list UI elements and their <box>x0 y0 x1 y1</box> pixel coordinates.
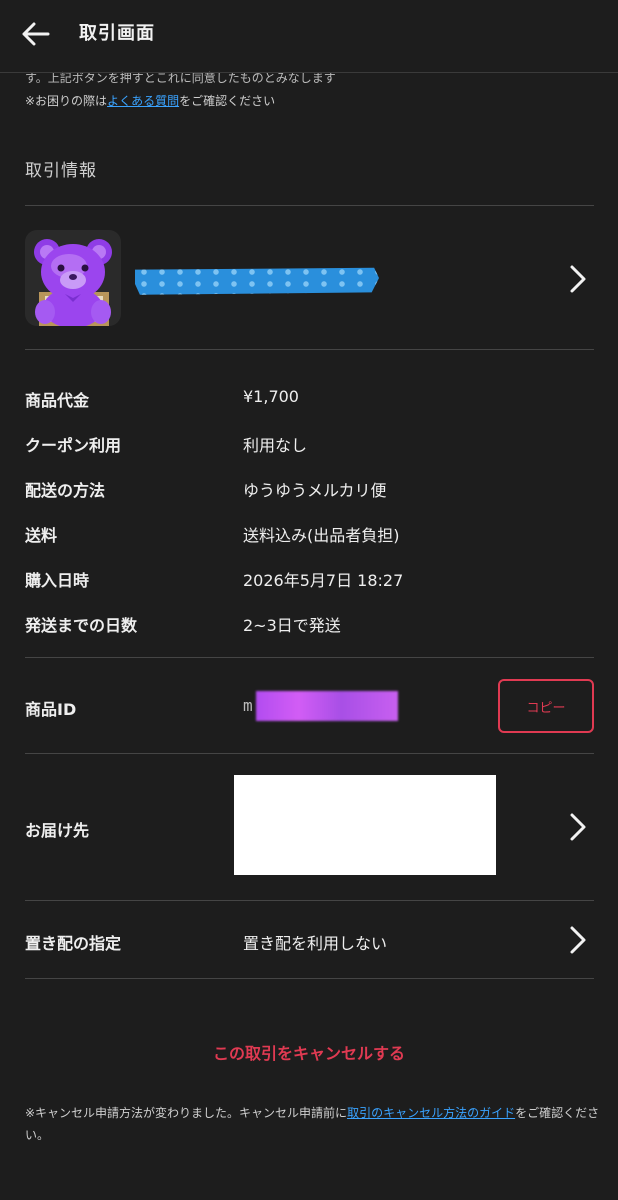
product-id-value: m <box>243 696 253 715</box>
divider <box>25 753 594 754</box>
divider <box>25 978 594 979</box>
days-to-ship-label: 発送までの日数 <box>25 616 138 635</box>
shipping-method-label: 配送の方法 <box>25 481 106 500</box>
section-title-transaction-info: 取引情報 <box>25 161 97 181</box>
footer-note: ※キャンセル申請方法が変わりました。キャンセル申請前に取引のキャンセル方法のガイ… <box>25 1102 600 1146</box>
divider <box>25 900 594 901</box>
arrow-left-icon <box>22 22 50 46</box>
price-value: ¥1,700 <box>243 387 299 406</box>
divider <box>25 349 594 350</box>
shipping-method-value: ゆうゆうメルカリ便 <box>243 481 387 500</box>
notice-help-suffix: をご確認ください <box>179 94 276 108</box>
coupon-label: クーポン利用 <box>25 436 122 455</box>
chevron-right-icon <box>570 926 586 954</box>
price-label: 商品代金 <box>25 391 90 410</box>
faq-link[interactable]: よくある質問 <box>107 94 179 108</box>
divider <box>25 657 594 658</box>
placement-label: 置き配の指定 <box>25 934 122 953</box>
placement-value: 置き配を利用しない <box>243 934 388 953</box>
divider <box>25 205 594 206</box>
seller-avatar <box>25 230 121 326</box>
product-id-redacted <box>256 691 398 721</box>
coupon-value: 利用なし <box>243 436 308 455</box>
app-header: 取引画面 <box>0 0 618 66</box>
delivery-address-redacted <box>234 775 496 875</box>
copy-button[interactable]: コピー <box>498 679 594 733</box>
purchase-date-label: 購入日時 <box>25 571 90 590</box>
delivery-address-label: お届け先 <box>25 821 90 840</box>
bear-avatar-image <box>34 239 112 326</box>
cancel-guide-link[interactable]: 取引のキャンセル方法のガイド <box>347 1106 515 1120</box>
shipping-fee-value: 送料込み(出品者負担) <box>243 526 400 545</box>
product-id-label: 商品ID <box>25 700 77 719</box>
seller-row[interactable] <box>25 222 594 334</box>
days-to-ship-value: 2~3日で発送 <box>243 616 341 635</box>
notice-help-text: ※お困りの際はよくある質問をご確認ください <box>25 92 275 109</box>
purchase-date-value: 2026年5月7日 18:27 <box>243 571 404 590</box>
header-divider <box>0 72 618 73</box>
back-button[interactable] <box>20 18 52 50</box>
footer-note-prefix: ※キャンセル申請方法が変わりました。キャンセル申請前に <box>25 1106 348 1120</box>
page-title: 取引画面 <box>79 23 155 44</box>
seller-name-redacted <box>135 267 379 295</box>
chevron-right-icon <box>570 265 586 293</box>
cancel-transaction-link[interactable]: この取引をキャンセルする <box>0 1040 618 1064</box>
shipping-fee-label: 送料 <box>25 526 58 545</box>
chevron-right-icon <box>570 813 586 841</box>
notice-help-prefix: ※お困りの際は <box>25 94 108 108</box>
